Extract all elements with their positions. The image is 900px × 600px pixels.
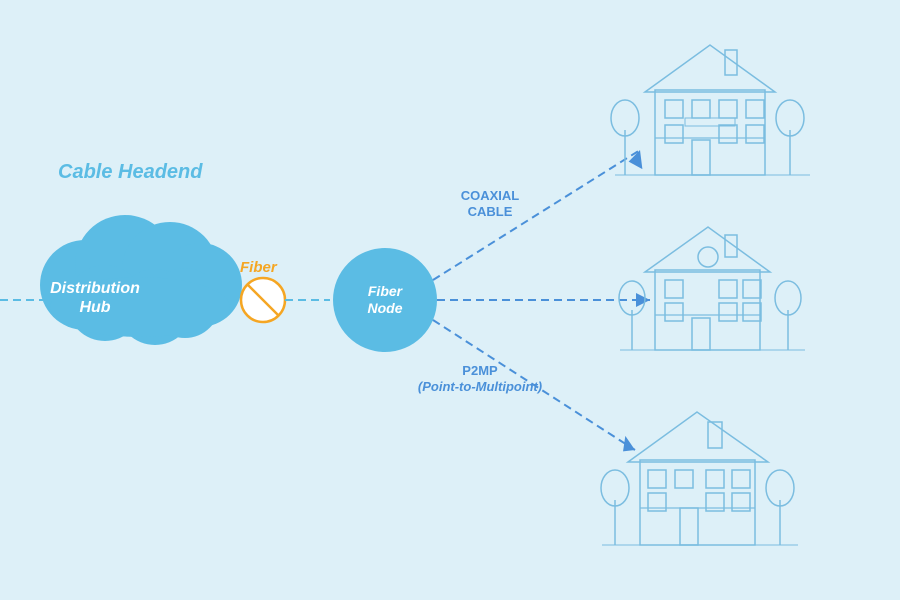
p2mp-label1: P2MP <box>462 363 498 378</box>
distribution-hub-text2: Hub <box>79 299 110 316</box>
p2mp-label2: (Point-to-Multipoint) <box>418 379 542 394</box>
distribution-hub-text: Distribution <box>50 280 140 297</box>
main-svg: Cable Headend Distribution Hub Fiber <box>0 0 900 600</box>
diagram-container: Cable Headend Distribution Hub Fiber <box>0 0 900 600</box>
fiber-node-text1: Fiber <box>368 283 404 299</box>
coaxial-cable-label1: COAXIAL <box>461 188 520 203</box>
fiber-node-text2: Node <box>368 300 403 316</box>
fiber-label: Fiber <box>240 259 278 276</box>
coaxial-cable-label2: CABLE <box>468 204 513 219</box>
cable-headend-label: Cable Headend <box>58 161 203 183</box>
